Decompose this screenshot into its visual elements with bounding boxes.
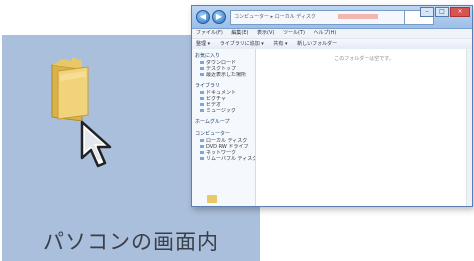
nav-head[interactable]: コンピューター [192,131,255,138]
menu-item[interactable]: ファイル(F) [196,30,223,36]
nav-item[interactable]: 最近表示した場所 [192,72,255,78]
window-controls: – □ × [419,7,470,17]
nav-head[interactable]: ライブラリ [192,83,255,90]
address-text: コンピューター ▸ ローカル ディスク [234,14,316,20]
menu-bar: ファイル(F) 編集(E) 表示(V) ツール(T) ヘルプ(H) [192,29,472,39]
nav-item[interactable]: ミュージック [192,108,255,114]
close-button[interactable]: × [450,7,470,17]
toolbar-button[interactable]: 整理 ▾ [196,41,210,47]
nav-head[interactable]: ホームグループ [192,119,255,126]
screenshot-stage: パソコンの画面内 ◀ ▶ コンピューター ▸ ローカル ディスク – □ × フ… [0,0,474,261]
folder-icon[interactable] [48,55,92,121]
nav-group-computer: コンピューター ローカル ディスク DVD RW ドライブ ネットワーク リムー… [192,131,255,162]
toolbar-button[interactable]: 新しいフォルダー [297,41,337,47]
toolbar-button[interactable]: ライブラリに追加 ▾ [220,41,264,47]
file-list-pane[interactable]: このフォルダーは空です。 [256,49,472,206]
navigation-pane: お気に入り ダウンロード デスクトップ 最近表示した場所 ライブラリ ドキュメン… [192,49,256,206]
mouse-pointer-icon [80,120,112,168]
desktop-caption: パソコンの画面内 [43,230,219,254]
nav-group-homegroup: ホームグループ [192,119,255,126]
address-highlight [337,14,378,19]
minimize-button[interactable]: – [420,7,434,17]
empty-folder-message: このフォルダーは空です。 [334,56,394,62]
back-arrow-icon[interactable]: ◀ [196,10,210,24]
folder-icon [207,195,217,203]
nav-item[interactable]: リムーバブル ディスク [192,156,255,162]
address-bar[interactable]: コンピューター ▸ ローカル ディスク [230,10,405,25]
maximize-button[interactable]: □ [435,7,449,17]
menu-item[interactable]: ヘルプ(H) [314,30,337,36]
title-bar[interactable]: ◀ ▶ コンピューター ▸ ローカル ディスク – □ × [192,6,472,29]
nav-head[interactable]: お気に入り [192,53,255,60]
window-body: お気に入り ダウンロード デスクトップ 最近表示した場所 ライブラリ ドキュメン… [192,49,472,206]
scrollbar[interactable] [466,49,472,206]
menu-item[interactable]: 表示(V) [257,30,274,36]
explorer-window[interactable]: ◀ ▶ コンピューター ▸ ローカル ディスク – □ × ファイル(F) 編集… [191,5,473,207]
nav-group-favorites: お気に入り ダウンロード デスクトップ 最近表示した場所 [192,53,255,78]
menu-item[interactable]: ツール(T) [283,30,305,36]
nav-group-libraries: ライブラリ ドキュメント ピクチャ ビデオ ミュージック [192,83,255,114]
menu-item[interactable]: 編集(E) [231,30,248,36]
toolbar-button[interactable]: 共有 ▾ [273,41,287,47]
forward-arrow-icon[interactable]: ▶ [212,10,226,24]
